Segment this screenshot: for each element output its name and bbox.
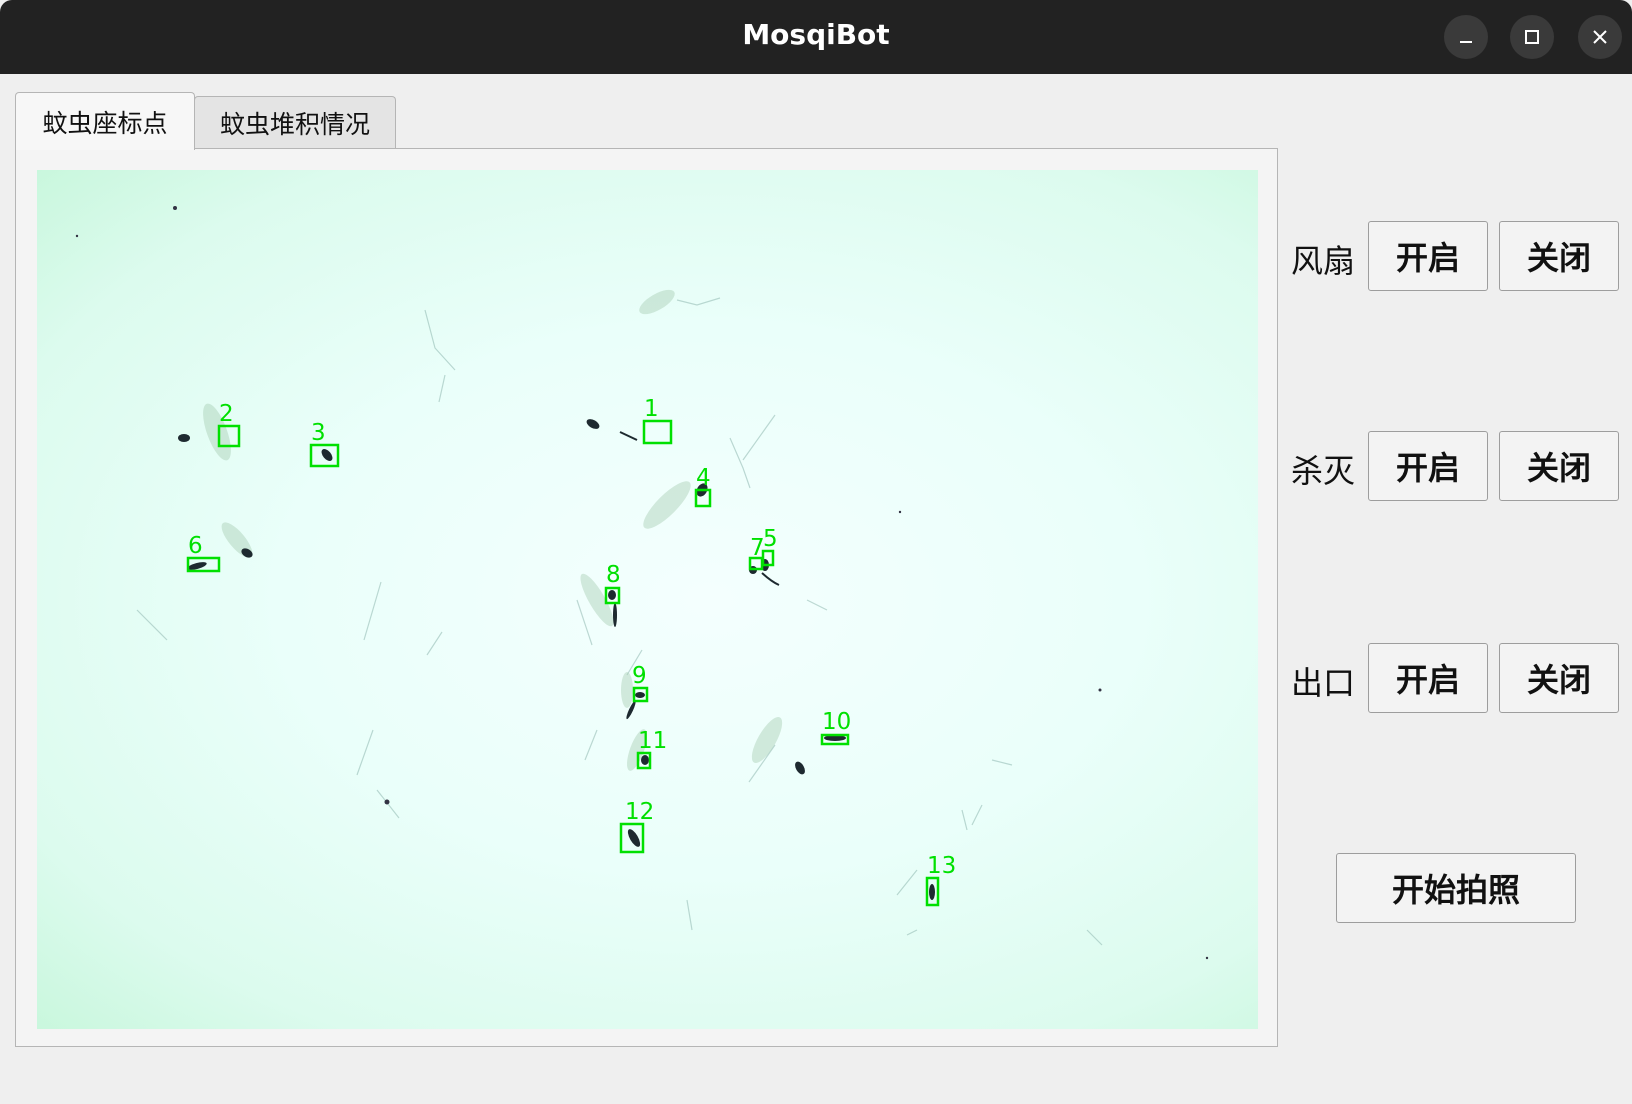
fan-open-button[interactable]: 开启 <box>1368 221 1488 291</box>
kill-label: 杀灭 <box>1291 452 1356 490</box>
close-icon <box>1593 30 1607 44</box>
detection-label: 5 <box>763 526 778 552</box>
kill-open-button[interactable]: 开启 <box>1368 431 1488 501</box>
detection-label: 4 <box>696 465 711 491</box>
minimize-button[interactable] <box>1444 15 1488 59</box>
detection-label: 8 <box>606 562 621 588</box>
maximize-button[interactable] <box>1510 15 1554 59</box>
exit-open-button[interactable]: 开启 <box>1368 643 1488 713</box>
maximize-icon <box>1525 30 1539 44</box>
close-button[interactable] <box>1578 15 1622 59</box>
fan-label: 风扇 <box>1291 242 1356 280</box>
window-title: MosqiBot <box>742 18 890 51</box>
detection-overlay: 1 2 3 4 5 6 7 8 9 10 11 12 13 <box>75 206 1209 960</box>
detection-label: 13 <box>927 853 956 879</box>
tab-mosquito-accumulation[interactable]: 蚊虫堆积情况 <box>194 96 396 148</box>
detection-label: 9 <box>632 663 647 689</box>
camera-image: 1 2 3 4 5 6 7 8 9 10 11 12 13 <box>37 170 1258 1029</box>
title-bar: MosqiBot <box>0 0 1632 74</box>
detection-label: 1 <box>644 396 659 422</box>
minimize-icon <box>1460 41 1472 43</box>
detection-label: 10 <box>822 709 851 735</box>
exit-label: 出口 <box>1291 664 1356 702</box>
kill-close-button[interactable]: 关闭 <box>1499 431 1619 501</box>
exit-close-button[interactable]: 关闭 <box>1499 643 1619 713</box>
detection-label: 7 <box>750 535 765 561</box>
detection-label: 11 <box>638 728 667 754</box>
detection-label: 2 <box>219 401 234 427</box>
tab-mosquito-coordinates[interactable]: 蚊虫座标点 <box>15 92 195 150</box>
detection-label: 6 <box>188 533 203 559</box>
start-capture-button[interactable]: 开始拍照 <box>1336 853 1576 923</box>
fan-close-button[interactable]: 关闭 <box>1499 221 1619 291</box>
detection-label: 3 <box>311 420 326 446</box>
detection-label: 12 <box>625 799 654 825</box>
